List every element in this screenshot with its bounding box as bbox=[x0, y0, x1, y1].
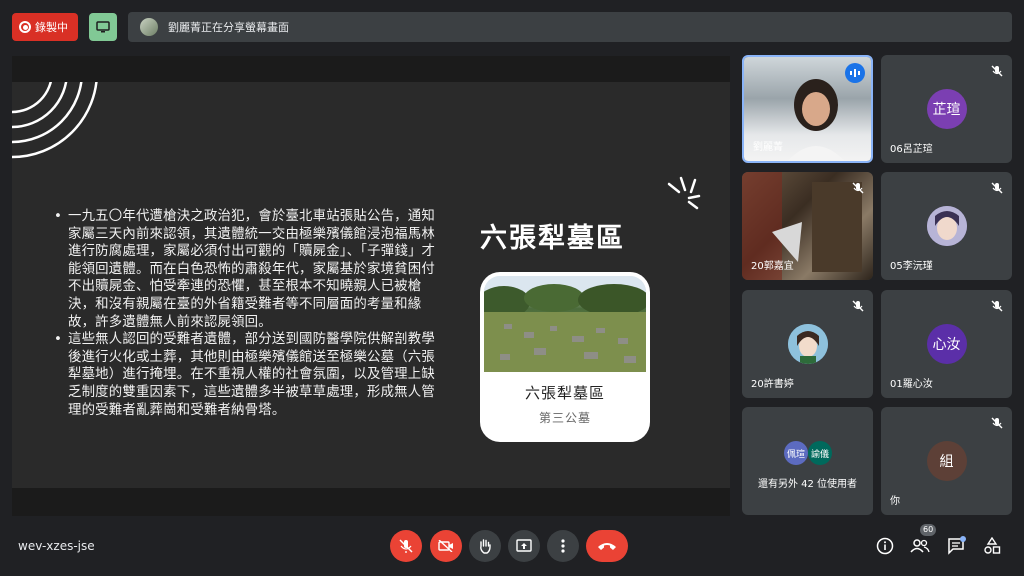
participant-mini-avatar: 諭儀 bbox=[808, 441, 832, 465]
slide: 一九五〇年代遭槍決之政治犯，會於臺北車站張貼公告，通知家屬三天內前來認領，其遺體… bbox=[12, 82, 730, 488]
people-button[interactable] bbox=[910, 536, 930, 556]
photo-card: 六張犁墓區 第三公墓 bbox=[480, 272, 650, 442]
wave-decoration-icon bbox=[12, 82, 98, 159]
mic-off-icon bbox=[852, 300, 864, 312]
participant-tile[interactable]: 劉麗菁 bbox=[742, 55, 873, 163]
participant-tile[interactable]: 20許書婷 bbox=[742, 290, 873, 398]
bullet-item: 這些無人認回的受難者遺體，部分送到國防醫學院供解剖教學後進行火化或土葬，其他則由… bbox=[54, 331, 446, 419]
speaking-indicator-icon bbox=[845, 63, 865, 83]
leave-call-button[interactable] bbox=[586, 530, 628, 562]
present-now-button[interactable] bbox=[508, 530, 540, 562]
cemetery-photo bbox=[484, 276, 646, 372]
more-vert-icon bbox=[561, 539, 565, 553]
recording-label: 錄製中 bbox=[35, 21, 68, 34]
activities-button[interactable] bbox=[982, 536, 1002, 556]
self-name: 你 bbox=[890, 496, 900, 507]
participant-name: 06呂芷瑄 bbox=[890, 144, 933, 155]
participant-tile[interactable]: 心汝 01羅心汝 bbox=[881, 290, 1012, 398]
meeting-details-button[interactable] bbox=[875, 536, 895, 556]
people-icon bbox=[910, 539, 930, 553]
participant-avatar: 心汝 bbox=[926, 324, 967, 364]
participant-mini-avatar: 佩瑄 bbox=[784, 441, 808, 465]
more-options-button[interactable] bbox=[547, 530, 579, 562]
participant-name: 劉麗菁 bbox=[753, 142, 783, 153]
participant-name: 01羅心汝 bbox=[890, 379, 933, 390]
present-screen-icon bbox=[516, 539, 532, 552]
presenting-banner[interactable]: 劉麗菁正在分享螢幕畫面 bbox=[128, 12, 1012, 42]
mic-off-icon bbox=[852, 182, 864, 194]
mic-off-icon bbox=[991, 65, 1003, 77]
participant-tile[interactable]: 20郭嘉宜 bbox=[742, 172, 873, 280]
people-count-badge: 60 bbox=[920, 524, 937, 536]
card-title: 六張犁墓區 bbox=[524, 384, 605, 402]
camera-off-icon bbox=[438, 540, 453, 552]
more-participants-label: 還有另外 42 位使用者 bbox=[757, 479, 858, 490]
mic-off-icon bbox=[991, 300, 1003, 312]
presenting-text: 劉麗菁正在分享螢幕畫面 bbox=[168, 21, 289, 34]
slide-bullets: 一九五〇年代遭槍決之政治犯，會於臺北車站張貼公告，通知家屬三天內前來認領，其遺體… bbox=[54, 208, 446, 419]
participant-name: 05李沅瑾 bbox=[890, 261, 933, 272]
participant-name: 20郭嘉宜 bbox=[751, 261, 794, 272]
meeting-code: wev-xzes-jse bbox=[18, 539, 95, 553]
raise-hand-button[interactable] bbox=[469, 530, 501, 562]
mic-off-icon bbox=[991, 182, 1003, 194]
meet-window: 錄製中 劉麗菁正在分享螢幕畫面 • 一九五〇年代遭槍決之政治犯，會於臺北車站張貼… bbox=[0, 0, 1024, 576]
chat-notification-dot bbox=[960, 536, 966, 542]
present-button[interactable] bbox=[89, 13, 117, 41]
info-icon bbox=[876, 537, 894, 555]
sparkle-decoration-icon bbox=[667, 176, 701, 210]
record-icon bbox=[19, 21, 31, 33]
participant-avatar bbox=[787, 324, 828, 364]
participant-tile[interactable]: 05李沅瑾 bbox=[881, 172, 1012, 280]
participant-avatar bbox=[926, 206, 967, 246]
participant-tile[interactable]: 芷瑄 06呂芷瑄 bbox=[881, 55, 1012, 163]
screen-share-icon bbox=[96, 21, 110, 33]
call-end-icon bbox=[598, 543, 616, 550]
participant-name: 20許書婷 bbox=[751, 379, 794, 390]
recording-indicator[interactable]: 錄製中 bbox=[12, 13, 78, 41]
more-participants-tile[interactable]: 佩瑄 諭儀 還有另外 42 位使用者 bbox=[742, 407, 873, 515]
presenter-avatar bbox=[140, 18, 158, 36]
mic-toggle-button[interactable] bbox=[390, 530, 422, 562]
self-tile[interactable]: 組 你 bbox=[881, 407, 1012, 515]
card-subtitle: 第三公墓 bbox=[538, 411, 591, 425]
photo-illustration bbox=[484, 276, 646, 372]
mic-off-icon bbox=[399, 539, 413, 553]
participant-avatar: 芷瑄 bbox=[926, 89, 967, 129]
camera-toggle-button[interactable] bbox=[430, 530, 462, 562]
bullet-item: 一九五〇年代遭槍決之政治犯，會於臺北車站張貼公告，通知家屬三天內前來認領，其遺體… bbox=[54, 208, 446, 331]
slide-title: 六張犁墓區 bbox=[480, 223, 625, 254]
shared-screen: 一九五〇年代遭槍決之政治犯，會於臺北車站張貼公告，通知家屬三天內前來認領，其遺體… bbox=[12, 56, 730, 516]
hand-icon bbox=[480, 539, 491, 554]
mic-off-icon bbox=[991, 417, 1003, 429]
self-avatar: 組 bbox=[926, 441, 967, 481]
activities-icon bbox=[984, 537, 1001, 554]
